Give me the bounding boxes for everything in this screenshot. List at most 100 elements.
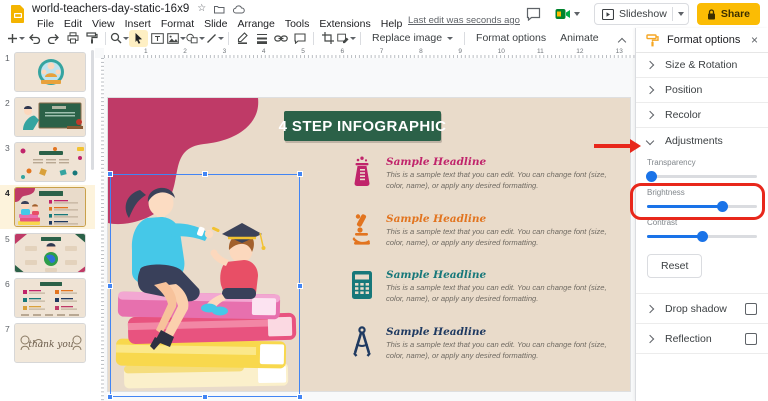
step-row-2[interactable]: Sample Headline This is a sample text th… — [350, 213, 622, 250]
selection-handle-nw[interactable] — [107, 171, 113, 177]
insert-image-button[interactable] — [167, 30, 186, 47]
print-button[interactable] — [63, 30, 82, 47]
share-label: Share — [720, 8, 750, 20]
slide-title-banner[interactable]: 4 STEP INFOGRAPHIC — [279, 111, 446, 141]
contrast-slider-thumb[interactable] — [697, 230, 708, 242]
slide-number: 5 — [5, 234, 10, 244]
filmstrip-scrollbar[interactable] — [91, 50, 94, 170]
image-selection-box[interactable] — [107, 171, 303, 400]
toolbar-separator — [464, 31, 466, 45]
format-options-panel: Format options × Size & Rotation Positio… — [635, 28, 768, 401]
undo-button[interactable] — [25, 30, 44, 47]
section-recolor[interactable]: Recolor — [636, 103, 768, 128]
menu-item[interactable]: View — [87, 18, 120, 30]
paint-format-button[interactable] — [82, 30, 101, 47]
document-title[interactable]: world-teachers-day-static-16x9 — [32, 3, 189, 15]
redo-button[interactable] — [44, 30, 63, 47]
step-body-text[interactable]: This is a sample text that you can edit.… — [386, 283, 620, 304]
section-reflection[interactable]: Reflection — [636, 324, 768, 354]
chevron-down-icon — [645, 136, 655, 145]
insert-link-button[interactable] — [271, 30, 290, 47]
selection-handle-s[interactable] — [202, 394, 208, 400]
animate-button[interactable]: Animate — [553, 30, 606, 46]
brightness-slider[interactable] — [647, 198, 757, 214]
contrast-slider[interactable] — [647, 228, 757, 244]
menu-item[interactable]: Edit — [59, 18, 87, 30]
slide-thumbnail-5[interactable]: 5 — [0, 231, 95, 275]
section-size-rotation[interactable]: Size & Rotation — [636, 53, 768, 78]
move-folder-icon[interactable] — [214, 5, 225, 14]
reset-button[interactable]: Reset — [647, 254, 703, 278]
insert-shape-button[interactable] — [186, 30, 205, 47]
replace-image-button[interactable]: Replace image — [365, 30, 460, 46]
hide-menus-button[interactable] — [617, 32, 627, 50]
section-label: Adjustments — [665, 134, 723, 147]
insert-comment-button[interactable] — [290, 30, 309, 47]
menu-item[interactable]: Arrange — [232, 18, 279, 30]
menu-item[interactable]: Insert — [120, 18, 156, 30]
zoom-button[interactable] — [110, 30, 129, 47]
border-color-button[interactable] — [233, 30, 252, 47]
menu-item[interactable]: Extensions — [314, 18, 375, 30]
menu-item[interactable]: File — [32, 18, 59, 30]
selection-handle-se[interactable] — [297, 394, 303, 400]
slide-editor[interactable]: 4 STEP INFOGRAPHIC Sample Headline This … — [107, 98, 630, 400]
insert-line-button[interactable] — [205, 30, 224, 47]
reflection-checkbox[interactable] — [745, 332, 757, 345]
step-body-text[interactable]: This is a sample text that you can edit.… — [386, 227, 620, 248]
step-headline[interactable]: Sample Headline — [386, 326, 620, 338]
slideshow-dropdown-caret[interactable] — [677, 12, 684, 16]
step-row-4[interactable]: Sample Headline This is a sample text th… — [350, 326, 622, 363]
step-headline[interactable]: Sample Headline — [386, 213, 620, 225]
menu-item[interactable]: Help — [376, 18, 408, 30]
brightness-slider-thumb[interactable] — [716, 200, 728, 212]
selection-handle-sw[interactable] — [107, 394, 113, 400]
select-cursor-button[interactable] — [129, 29, 148, 47]
open-comments-icon[interactable] — [526, 7, 541, 21]
slideshow-button[interactable]: Slideshow — [593, 3, 689, 25]
thumbnail-preview — [15, 279, 85, 317]
slide-thumbnail-6[interactable]: 6 — [0, 276, 95, 320]
slides-app-icon[interactable] — [10, 4, 26, 24]
thumbnail-preview: thank you — [15, 324, 85, 362]
section-adjustments[interactable]: Adjustments — [636, 128, 768, 153]
menu-item[interactable]: Format — [156, 18, 199, 30]
step-headline[interactable]: Sample Headline — [386, 269, 620, 281]
step-headline[interactable]: Sample Headline — [386, 156, 620, 168]
menu-item[interactable]: Tools — [280, 18, 315, 30]
cloud-status-icon[interactable] — [233, 4, 245, 14]
slide-thumbnail-2[interactable]: 2 — [0, 95, 95, 139]
star-icon[interactable]: ☆ — [197, 4, 206, 14]
crop-image-button[interactable] — [318, 30, 337, 47]
drop-shadow-checkbox[interactable] — [745, 302, 757, 315]
format-options-button[interactable]: Format options — [469, 30, 553, 46]
vertical-ruler[interactable] — [95, 58, 104, 401]
slide-thumbnail-3[interactable]: 3 — [0, 140, 95, 184]
slide-thumbnail-1[interactable]: 1 — [0, 50, 95, 94]
share-button[interactable]: Share — [696, 3, 760, 25]
top-bar: world-teachers-day-static-16x9 ☆ File Edi… — [0, 0, 768, 30]
step-row-3[interactable]: Sample Headline This is a sample text th… — [350, 269, 622, 306]
section-drop-shadow[interactable]: Drop shadow — [636, 294, 768, 324]
section-position[interactable]: Position — [636, 78, 768, 103]
selection-handle-e[interactable] — [297, 282, 303, 289]
transparency-slider-thumb[interactable] — [646, 170, 658, 182]
slide-thumbnail-4-selected[interactable]: 4 — [0, 185, 95, 229]
selection-handle-n[interactable] — [202, 171, 208, 177]
selection-handle-ne[interactable] — [297, 171, 303, 177]
meet-button[interactable] — [549, 6, 586, 22]
new-slide-button[interactable] — [6, 30, 25, 47]
selection-handle-w[interactable] — [107, 282, 113, 289]
step-body-text[interactable]: This is a sample text that you can edit.… — [386, 170, 620, 191]
horizontal-ruler[interactable]: 1 2 3 4 5 6 7 8 9 10 11 12 13 — [104, 48, 635, 58]
slide-thumbnail-7[interactable]: 7 thank you — [0, 321, 95, 365]
close-panel-icon[interactable]: × — [751, 34, 758, 46]
menu-item[interactable]: Slide — [199, 18, 232, 30]
last-edit-link[interactable]: Last edit was seconds ago — [408, 15, 520, 26]
mask-image-button[interactable] — [337, 30, 356, 47]
step-row-1[interactable]: Sample Headline This is a sample text th… — [350, 156, 622, 193]
transparency-slider[interactable] — [646, 168, 757, 184]
text-box-button[interactable] — [148, 30, 167, 47]
step-body-text[interactable]: This is a sample text that you can edit.… — [386, 340, 620, 361]
line-weight-button[interactable] — [252, 30, 271, 47]
